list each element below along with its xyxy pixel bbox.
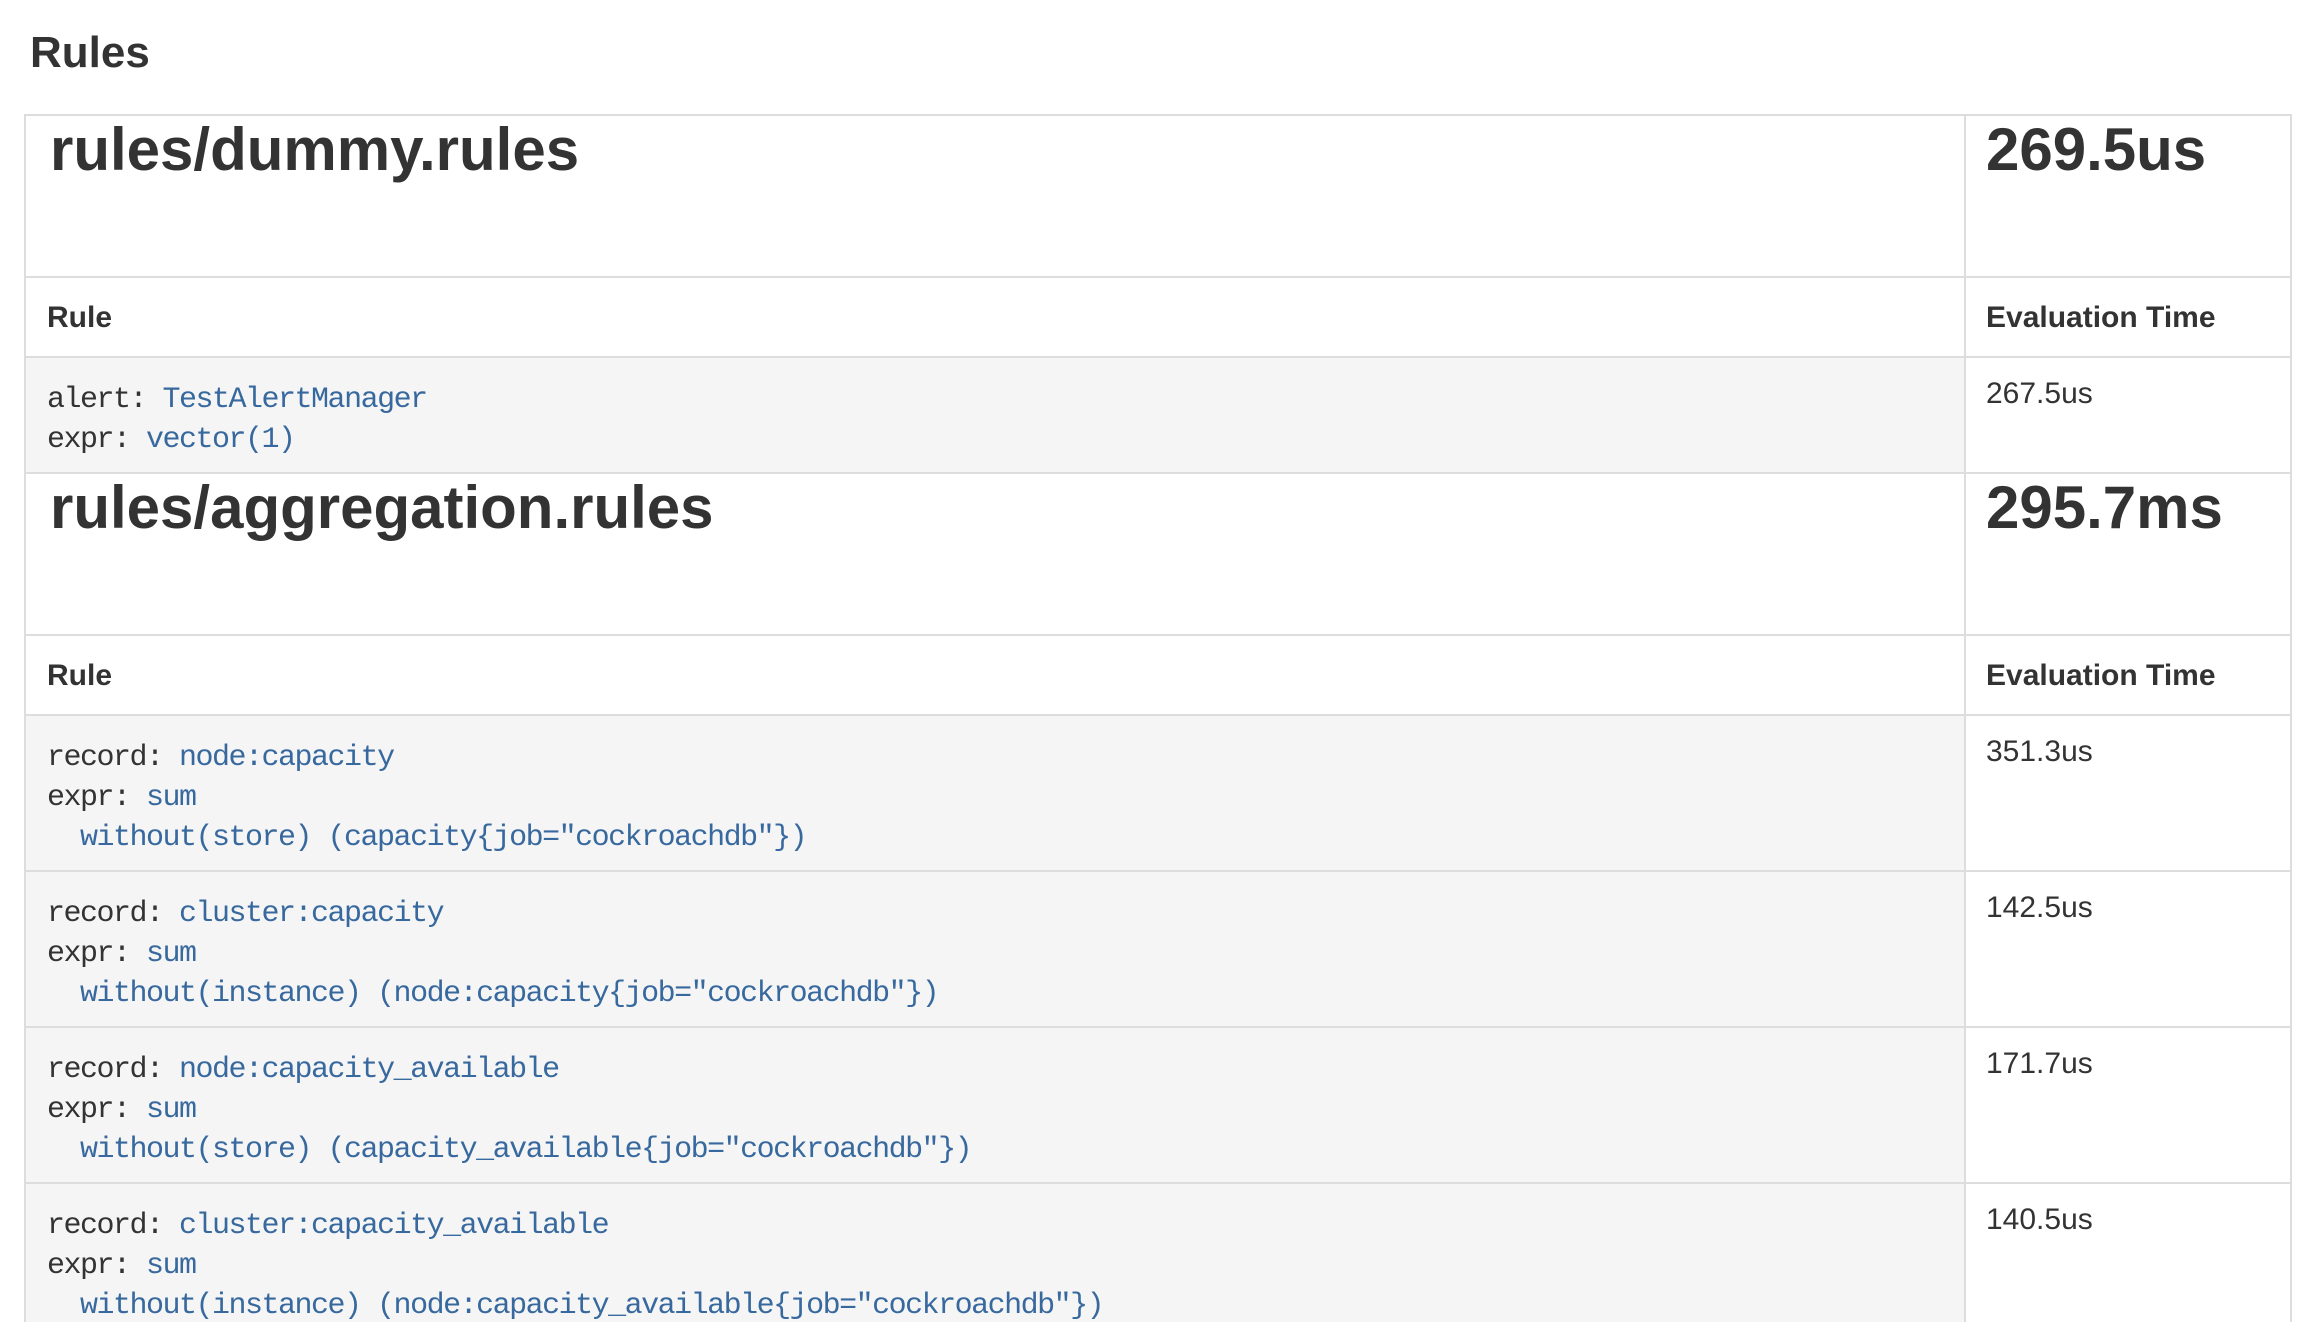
rule-name-link[interactable]: node:capacity	[179, 741, 394, 775]
rule-group-header-row: rules/dummy.rules 269.5us	[25, 115, 2291, 277]
rule-name-link[interactable]: cluster:capacity	[179, 897, 443, 931]
rule-expression-link[interactable]: sum	[146, 781, 196, 815]
expr-keyword: expr:	[47, 1249, 146, 1283]
rule-groups: rules/dummy.rules269.5usRuleEvaluation T…	[25, 115, 2291, 1322]
rule-type-keyword: record:	[47, 1053, 179, 1087]
rule-group-name-cell: rules/dummy.rules	[25, 115, 1965, 277]
rule-expression-link[interactable]: sum	[146, 1249, 196, 1283]
rule-name-link[interactable]: TestAlertManager	[163, 383, 427, 417]
rule-column-header: Rule	[25, 635, 1965, 715]
rules-content: Rules rules/dummy.rules269.5usRuleEvalua…	[0, 28, 2316, 1322]
rule-code: record: node:capacity expr: sum without(…	[26, 716, 1964, 870]
prometheus-rules-page: { "page": { "title": "Rules" }, "table":…	[0, 28, 2316, 1322]
rule-expression-link[interactable]: without(instance) (node:capacity_availab…	[47, 1289, 1103, 1322]
rule-expression-link[interactable]: without(store) (capacity{job="cockroachd…	[47, 821, 806, 855]
rule-type-keyword: alert:	[47, 383, 163, 417]
column-header-row: RuleEvaluation Time	[25, 277, 2291, 357]
rule-group-header-row: rules/aggregation.rules 295.7ms	[25, 473, 2291, 635]
rule-cell: record: node:capacity_available expr: su…	[25, 1027, 1965, 1183]
expr-keyword: expr:	[47, 781, 146, 815]
rule-evaluation-time: 142.5us	[1965, 871, 2291, 1027]
evaluation-time-column-header: Evaluation Time	[1965, 635, 2291, 715]
rule-expression-link[interactable]: without(store) (capacity_available{job="…	[47, 1133, 971, 1167]
rule-expression-link[interactable]: vector(1)	[146, 423, 295, 457]
evaluation-time-column-header: Evaluation Time	[1965, 277, 2291, 357]
rule-evaluation-time: 171.7us	[1965, 1027, 2291, 1183]
rule-group-eval-time: 269.5us	[1986, 117, 2289, 183]
rule-group-eval-time-cell: 269.5us	[1965, 115, 2291, 277]
rule-group-eval-time: 295.7ms	[1986, 475, 2289, 541]
rule-row: record: cluster:capacity expr: sum witho…	[25, 871, 2291, 1027]
rule-code: record: cluster:capacity_available expr:…	[26, 1184, 1964, 1322]
rule-name-link[interactable]: cluster:capacity_available	[179, 1209, 608, 1243]
rule-expression-link[interactable]: sum	[146, 937, 196, 971]
rule-row: alert: TestAlertManager expr: vector(1)2…	[25, 357, 2291, 473]
rule-name-link[interactable]: node:capacity_available	[179, 1053, 559, 1087]
rules-table: rules/dummy.rules269.5usRuleEvaluation T…	[24, 114, 2292, 1322]
rule-row: record: cluster:capacity_available expr:…	[25, 1183, 2291, 1322]
rule-code: record: cluster:capacity expr: sum witho…	[26, 872, 1964, 1026]
rule-cell: record: cluster:capacity expr: sum witho…	[25, 871, 1965, 1027]
rule-cell: alert: TestAlertManager expr: vector(1)	[25, 357, 1965, 473]
rule-cell: record: cluster:capacity_available expr:…	[25, 1183, 1965, 1322]
rule-group-name: rules/aggregation.rules	[50, 475, 1963, 541]
rule-type-keyword: record:	[47, 897, 179, 931]
rule-row: record: node:capacity expr: sum without(…	[25, 715, 2291, 871]
page-title: Rules	[30, 28, 2292, 78]
rule-expression-link[interactable]: sum	[146, 1093, 196, 1127]
rule-code: record: node:capacity_available expr: su…	[26, 1028, 1964, 1182]
expr-keyword: expr:	[47, 1093, 146, 1127]
rule-evaluation-time: 351.3us	[1965, 715, 2291, 871]
rule-evaluation-time: 267.5us	[1965, 357, 2291, 473]
rule-group-eval-time-cell: 295.7ms	[1965, 473, 2291, 635]
column-header-row: RuleEvaluation Time	[25, 635, 2291, 715]
rule-expression-link[interactable]: without(instance) (node:capacity{job="co…	[47, 977, 938, 1011]
rule-column-header: Rule	[25, 277, 1965, 357]
rule-group-name: rules/dummy.rules	[50, 117, 1963, 183]
rule-group-name-cell: rules/aggregation.rules	[25, 473, 1965, 635]
rule-type-keyword: record:	[47, 741, 179, 775]
expr-keyword: expr:	[47, 937, 146, 971]
rule-type-keyword: record:	[47, 1209, 179, 1243]
rule-cell: record: node:capacity expr: sum without(…	[25, 715, 1965, 871]
rule-evaluation-time: 140.5us	[1965, 1183, 2291, 1322]
rule-row: record: node:capacity_available expr: su…	[25, 1027, 2291, 1183]
expr-keyword: expr:	[47, 423, 146, 457]
rule-code: alert: TestAlertManager expr: vector(1)	[26, 358, 1964, 472]
